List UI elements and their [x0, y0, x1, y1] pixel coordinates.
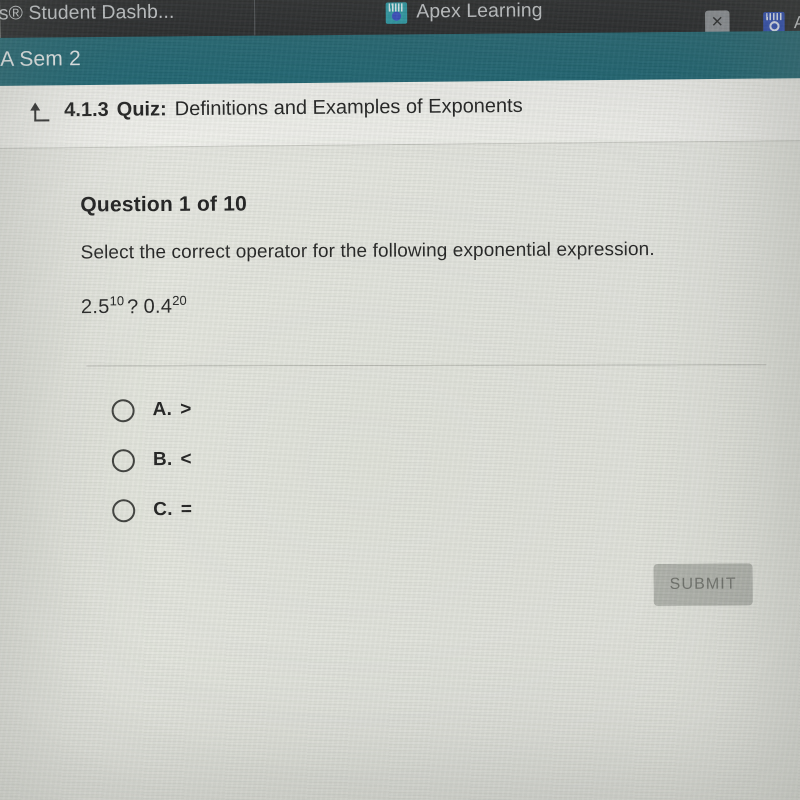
course-title: A Sem 2	[0, 47, 82, 71]
answer-choice-c[interactable]: C. =	[112, 483, 512, 535]
choice-letter: B.	[152, 448, 173, 471]
answer-choice-a[interactable]: A. >	[111, 383, 511, 435]
quiz-header: 4.1.3 Quiz: Definitions and Examples of …	[0, 77, 800, 149]
browser-tab-student-dashboard[interactable]: us® Student Dashb...	[0, 1, 175, 25]
quiz-number: 4.1.3	[64, 98, 109, 122]
submit-button[interactable]: SUBMIT	[653, 563, 753, 607]
arrow-head	[30, 102, 41, 111]
answer-choice-b-label: B. <	[153, 449, 192, 471]
radio-button-b[interactable]	[111, 448, 135, 472]
tab-divider	[253, 0, 256, 36]
choice-letter: C.	[153, 498, 173, 521]
question-counter: Question 1 of 10	[80, 192, 247, 217]
return-arrow-icon[interactable]	[30, 102, 50, 121]
expression-left-base: 2.5	[80, 295, 110, 319]
quiz-body: Question 1 of 10 Select the correct oper…	[0, 143, 800, 800]
question-expression: 2.510? 0.420	[81, 293, 187, 319]
breadcrumb: 4.1.3 Quiz: Definitions and Examples of …	[30, 95, 523, 123]
choice-operator: >	[180, 398, 192, 420]
browser-tab-title: us® Student Dashb...	[0, 1, 175, 25]
answer-choice-b[interactable]: B. <	[111, 433, 512, 485]
browser-tab-apex-learning[interactable]: Apex Learning	[385, 0, 543, 24]
expression-right-exponent: 20	[172, 292, 187, 308]
expression-right-base: 0.4	[143, 295, 173, 318]
section-divider	[86, 364, 767, 367]
choice-operator: =	[180, 498, 193, 520]
radio-button-a[interactable]	[111, 398, 135, 422]
choice-operator: <	[180, 448, 192, 470]
answer-choice-c-label: C. =	[153, 499, 192, 521]
choice-letter: A.	[152, 398, 173, 421]
quiz-keyword: Quiz:	[116, 98, 167, 121]
browser-tab-title: Apex Learning	[416, 0, 543, 23]
expression-operator-placeholder: ?	[127, 295, 139, 318]
answer-choice-a-label: A. >	[153, 399, 192, 421]
apex-logo-icon	[385, 1, 408, 24]
answer-choice-list: A. > B. < C. =	[111, 383, 512, 535]
radio-button-c[interactable]	[112, 498, 136, 522]
browser-tab-title: Ap	[793, 12, 800, 32]
expression-left-exponent: 10	[109, 293, 125, 309]
screenshot-root: us® Student Dashb... Apex Learning ✕ Ap …	[0, 0, 800, 800]
page-title: Definitions and Examples of Exponents	[174, 94, 523, 121]
question-prompt: Select the correct operator for the foll…	[80, 239, 655, 264]
